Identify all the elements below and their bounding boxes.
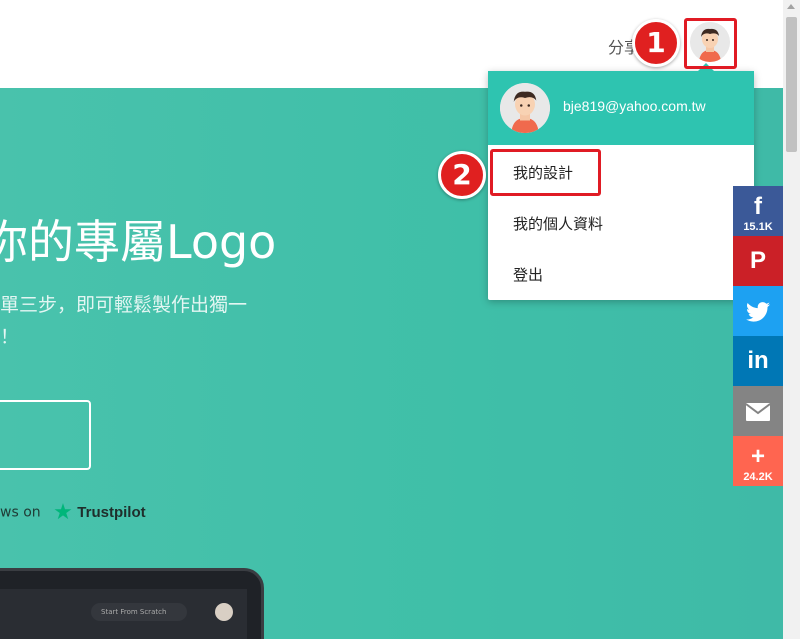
facebook-share-button[interactable]: f 15.1K — [733, 186, 783, 236]
menu-item-my-profile[interactable]: 我的個人資料 — [488, 199, 754, 249]
menu-item-my-designs[interactable]: 我的設計 — [488, 148, 754, 198]
twitter-share-button[interactable] — [733, 286, 783, 336]
hero-subtitle-line1: 單三步，即可輕鬆製作出獨一 — [0, 294, 248, 316]
facebook-share-count: 15.1K — [743, 221, 773, 233]
step-badge-2: 2 — [438, 151, 486, 199]
facebook-icon: f — [754, 193, 762, 220]
menu-item-logout[interactable]: 登出 — [488, 250, 754, 300]
total-share-count: 24.2K — [743, 471, 773, 483]
pinterest-share-button[interactable]: P — [733, 236, 783, 286]
linkedin-share-button[interactable]: in — [733, 336, 783, 386]
account-dropdown-menu: bje819@yahoo.com.tw 我的設計 我的個人資料 登出 — [488, 63, 754, 300]
hero-cta-button[interactable] — [0, 400, 91, 470]
email-share-button[interactable] — [733, 386, 783, 436]
account-email: bje819@yahoo.com.tw — [563, 98, 706, 114]
more-share-button[interactable]: + 24.2K — [733, 436, 783, 486]
twitter-icon — [733, 286, 783, 336]
dropdown-avatar — [500, 83, 550, 133]
plus-icon: + — [750, 443, 765, 470]
hero-title: 你的專屬Logo — [0, 215, 277, 269]
trustpilot-reviews[interactable]: ws on ★ Trustpilot — [0, 500, 146, 525]
dropdown-caret — [698, 63, 714, 71]
trustpilot-label: Trustpilot — [77, 504, 146, 521]
scrollbar-thumb[interactable] — [786, 17, 797, 152]
account-avatar-button[interactable] — [690, 22, 730, 62]
hero-subtitle-line2: ！ — [0, 326, 20, 348]
user-avatar-icon — [690, 22, 730, 62]
laptop-avatar-icon — [215, 603, 233, 621]
start-from-scratch-button: Start From Scratch — [91, 603, 187, 621]
linkedin-icon: in — [747, 347, 769, 374]
reviews-text: ws on — [0, 504, 41, 521]
scroll-up-arrow-icon[interactable] — [787, 4, 795, 9]
dropdown-header: bje819@yahoo.com.tw — [488, 71, 754, 145]
laptop-preview-image: Start From Scratch — [0, 568, 264, 639]
social-share-bar: f 15.1K P in + 24.2K — [733, 186, 783, 486]
step-badge-1: 1 — [632, 19, 680, 67]
vertical-scrollbar[interactable] — [783, 0, 800, 639]
user-avatar-icon — [500, 83, 550, 133]
email-icon — [733, 386, 783, 436]
trustpilot-star-icon: ★ — [53, 500, 73, 525]
pinterest-icon: P — [749, 247, 766, 274]
